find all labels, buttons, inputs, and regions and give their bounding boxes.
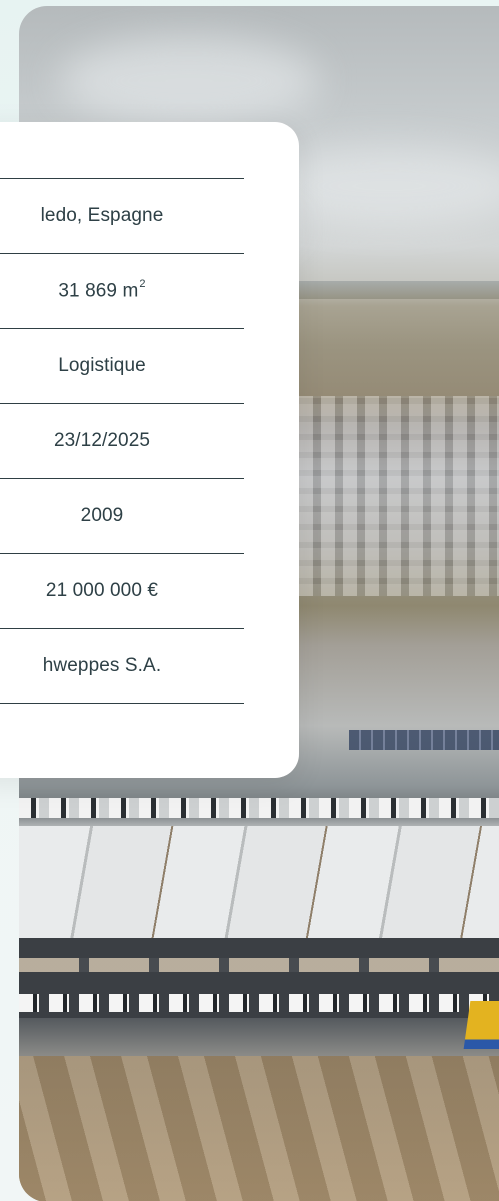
location-row: ledo, Espagne bbox=[0, 178, 244, 253]
price-value: 21 000 000 € bbox=[45, 580, 159, 601]
type-row: Logistique bbox=[0, 328, 244, 403]
price-row: 21 000 000 € bbox=[0, 553, 244, 628]
surface-number: 31 869 m bbox=[58, 280, 139, 302]
surface-row: 31 869 m2 bbox=[0, 253, 244, 328]
year-value: 2009 bbox=[80, 505, 124, 526]
surface-value: 31 869 m2 bbox=[58, 277, 146, 302]
property-details-list: ledo, Espagne 31 869 m2 Logistique 23/12… bbox=[0, 178, 244, 705]
tenant-row: hweppes S.A. bbox=[0, 628, 244, 703]
date-row: 23/12/2025 bbox=[0, 403, 244, 478]
location-value: ledo, Espagne bbox=[40, 205, 164, 226]
property-info-card: ledo, Espagne 31 869 m2 Logistique 23/12… bbox=[0, 122, 299, 778]
surface-unit-exponent: 2 bbox=[139, 277, 146, 290]
tenant-value: hweppes S.A. bbox=[42, 655, 162, 676]
date-value: 23/12/2025 bbox=[53, 430, 151, 451]
page: ledo, Espagne 31 869 m2 Logistique 23/12… bbox=[0, 0, 499, 1201]
list-bottom-divider bbox=[0, 703, 244, 705]
type-value: Logistique bbox=[58, 355, 146, 376]
year-row: 2009 bbox=[0, 478, 244, 553]
